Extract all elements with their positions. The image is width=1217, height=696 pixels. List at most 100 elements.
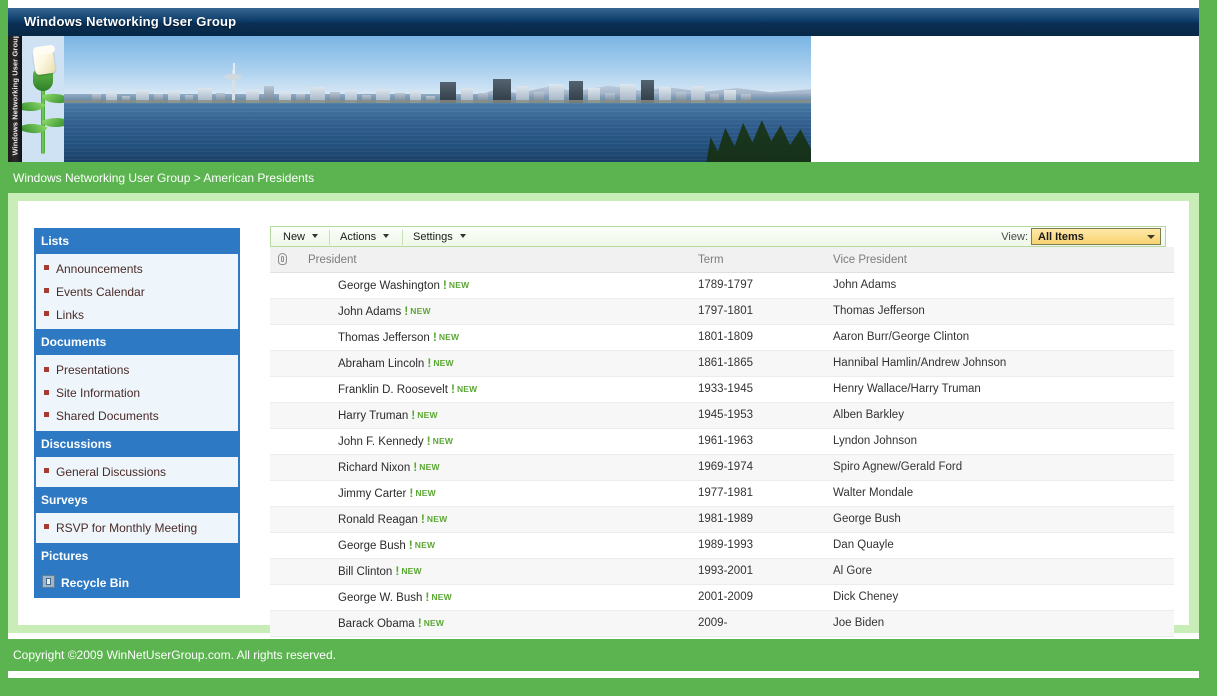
list-toolbar: New Actions Settings View: All Items [270, 226, 1166, 247]
table-row[interactable]: Harry Truman! NEW 1945-1953 Alben Barkley [270, 402, 1174, 429]
sidebar-item-events-calendar[interactable]: Events Calendar [36, 280, 238, 303]
new-badge-label: NEW [423, 618, 445, 628]
sidebar-item-recycle-bin[interactable]: Recycle Bin [34, 569, 240, 599]
table-row[interactable]: Ronald Reagan! NEW 1981-1989 George Bush [270, 506, 1174, 533]
cell-president[interactable]: Richard Nixon! NEW [308, 454, 698, 481]
table-row[interactable]: John Adams! NEW 1797-1801 Thomas Jefferson [270, 298, 1174, 325]
president-name: Richard Nixon [338, 462, 411, 474]
cell-term: 1993-2001 [698, 558, 833, 585]
sidebar-item-rsvp-monthly-meeting[interactable]: RSVP for Monthly Meeting [36, 516, 238, 539]
cell-attachment [270, 298, 308, 325]
bullet-icon [44, 412, 49, 418]
cell-president[interactable]: George Bush! NEW [308, 532, 698, 559]
footer-bar: Copyright ©2009 WinNetUserGroup.com. All… [8, 639, 1199, 671]
cell-vice-president: George Bush [833, 506, 1174, 533]
sidebar-group-discussions: General Discussions [36, 456, 238, 487]
column-header-term[interactable]: Term [698, 247, 833, 273]
bullet-icon [44, 265, 49, 271]
sidebar-item-shared-documents[interactable]: Shared Documents [36, 404, 238, 427]
column-header-vice-president[interactable]: Vice President [833, 247, 1174, 273]
new-badge-bang-icon: ! [420, 512, 425, 526]
view-selector-label: View: [1001, 231, 1028, 243]
president-name: John F. Kennedy [338, 436, 424, 448]
cell-attachment [270, 402, 308, 429]
table-row[interactable]: Barack Obama! NEW 2009- Joe Biden [270, 610, 1174, 637]
space-needle-top-icon [224, 73, 242, 80]
sidebar-item-site-information[interactable]: Site Information [36, 381, 238, 404]
banner-vertical-title-strip: Windows Networking User Group [8, 36, 22, 162]
breadcrumb-bar: Windows Networking User Group > American… [8, 162, 1199, 193]
copyright-text: Copyright ©2009 WinNetUserGroup.com. All… [13, 648, 336, 662]
president-name: Bill Clinton [338, 566, 393, 578]
sidebar-item-general-discussions[interactable]: General Discussions [36, 460, 238, 483]
settings-menu-label: Settings [413, 231, 453, 243]
cell-attachment [270, 480, 308, 507]
table-row[interactable]: Abraham Lincoln! NEW 1861-1865 Hannibal Ham… [270, 350, 1174, 377]
table-row[interactable]: Richard Nixon! NEW 1969-1974 Spiro Agnew/Ge… [270, 454, 1174, 481]
president-name: Abraham Lincoln [338, 358, 425, 370]
recycle-bin-icon [42, 574, 55, 588]
cell-attachment [270, 428, 308, 455]
view-selector[interactable]: All Items [1031, 228, 1161, 245]
table-row[interactable]: George W. Bush! NEW 2001-2009 Dick Cheney [270, 584, 1174, 611]
table-header-row: President Term Vice President [270, 247, 1174, 273]
cell-attachment [270, 350, 308, 377]
chevron-down-icon [1147, 235, 1155, 239]
table-row[interactable]: John F. Kennedy! NEW 1961-1963 Lyndon Johns… [270, 428, 1174, 455]
sidebar-item-label: Site Information [56, 386, 141, 401]
cell-president[interactable]: Barack Obama! NEW [308, 610, 698, 637]
cell-president[interactable]: Harry Truman! NEW [308, 402, 698, 429]
new-badge-bang-icon: ! [409, 486, 414, 500]
sidebar-item-presentations[interactable]: Presentations [36, 358, 238, 381]
chevron-down-icon [459, 234, 466, 239]
new-badge-bang-icon: ! [417, 616, 422, 630]
new-badge-bang-icon: ! [442, 278, 447, 292]
table-row[interactable]: George Bush! NEW 1989-1993 Dan Quayle [270, 532, 1174, 559]
cell-vice-president: Alben Barkley [833, 402, 1174, 429]
president-name: Ronald Reagan [338, 514, 418, 526]
sidebar-item-label: Events Calendar [56, 284, 145, 299]
banner-vertical-title: Windows Networking User Group [10, 36, 20, 156]
chevron-down-icon [383, 234, 390, 239]
flower-logo-icon [22, 36, 64, 162]
cell-president[interactable]: Jimmy Carter! NEW [308, 480, 698, 507]
president-name: George W. Bush [338, 592, 423, 604]
president-name: Franklin D. Roosevelt [338, 384, 448, 396]
sidebar-item-links[interactable]: Links [36, 303, 238, 326]
cell-president[interactable]: Ronald Reagan! NEW [308, 506, 698, 533]
cell-president[interactable]: Bill Clinton! NEW [308, 558, 698, 585]
table-row[interactable]: Bill Clinton! NEW 1993-2001 Al Gore [270, 558, 1174, 585]
cell-president[interactable]: John F. Kennedy! NEW [308, 428, 698, 455]
sidebar-header-discussions: Discussions [34, 430, 240, 457]
sidebar-item-announcements[interactable]: Announcements [36, 257, 238, 280]
cell-president[interactable]: John Adams! NEW [308, 298, 698, 325]
new-badge-label: NEW [456, 384, 478, 394]
sidebar-quick-launch: Lists Announcements Events Calendar Link… [34, 228, 240, 599]
cell-president[interactable]: George Washington! NEW [308, 272, 698, 299]
table-row[interactable]: Jimmy Carter! NEW 1977-1981 Walter Mondale [270, 480, 1174, 507]
sidebar-item-label: General Discussions [56, 464, 167, 479]
new-menu-button[interactable]: New [277, 229, 324, 245]
table-row[interactable]: George Washington! NEW 1789-1797 John Adams [270, 272, 1174, 299]
cell-term: 1969-1974 [698, 454, 833, 481]
cell-president[interactable]: Franklin D. Roosevelt! NEW [308, 376, 698, 403]
table-row[interactable]: Thomas Jefferson! NEW 1801-1809 Aaron Burr/… [270, 324, 1174, 351]
bullet-icon [44, 468, 49, 474]
breadcrumb[interactable]: Windows Networking User Group > American… [13, 171, 314, 185]
actions-menu-button[interactable]: Actions [334, 229, 395, 245]
president-name: George Washington [338, 280, 440, 292]
new-badge-label: NEW [438, 332, 460, 342]
cell-president[interactable]: George W. Bush! NEW [308, 584, 698, 611]
cell-president[interactable]: Thomas Jefferson! NEW [308, 324, 698, 351]
president-name: John Adams [338, 306, 402, 318]
column-header-attachments[interactable] [270, 247, 308, 273]
new-badge-label: NEW [433, 358, 454, 368]
cell-term: 1945-1953 [698, 402, 833, 429]
presidents-table: President Term Vice President George Was… [270, 247, 1174, 637]
view-selector-value: All Items [1038, 231, 1084, 243]
table-row[interactable]: Franklin D. Roosevelt! NEW 1933-1945 Henry … [270, 376, 1174, 403]
new-badge-bang-icon: ! [426, 434, 431, 448]
column-header-president[interactable]: President [308, 247, 698, 273]
cell-president[interactable]: Abraham Lincoln! NEW [308, 350, 698, 377]
settings-menu-button[interactable]: Settings [407, 229, 472, 245]
